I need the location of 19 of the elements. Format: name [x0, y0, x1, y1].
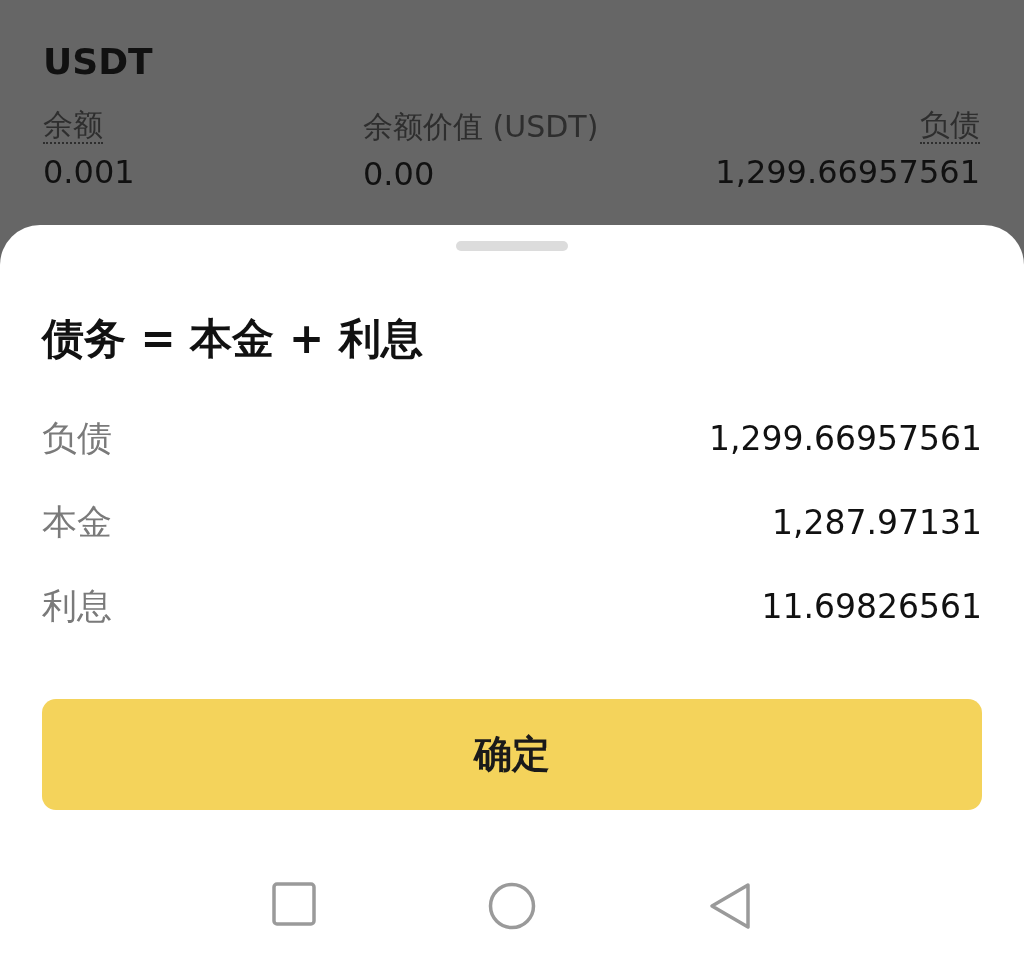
circle-icon[interactable] [488, 882, 536, 930]
row-label: 利息 [42, 584, 112, 628]
row-label: 本金 [42, 500, 112, 544]
drag-handle[interactable] [456, 241, 568, 251]
stat-label[interactable]: 负债 [920, 108, 980, 144]
stat-label: 余额价值 (USDT) [363, 108, 599, 146]
stat-label[interactable]: 余额 [43, 108, 103, 144]
sheet-title: 债务 = 本金 + 利息 [42, 313, 424, 365]
confirm-button[interactable]: 确定 [42, 699, 982, 810]
stat-value: 1,299.66957561 [715, 152, 980, 193]
square-icon[interactable] [272, 882, 316, 926]
row-label: 负债 [42, 416, 112, 460]
back-icon[interactable] [709, 882, 751, 930]
asset-symbol: USDT [43, 40, 154, 84]
row-value: 11.69826561 [761, 586, 982, 626]
stat-value: 0.001 [43, 152, 135, 193]
stat-value: 0.00 [363, 154, 435, 195]
row-value: 1,299.66957561 [709, 418, 982, 458]
row-value: 1,287.97131 [772, 502, 982, 542]
